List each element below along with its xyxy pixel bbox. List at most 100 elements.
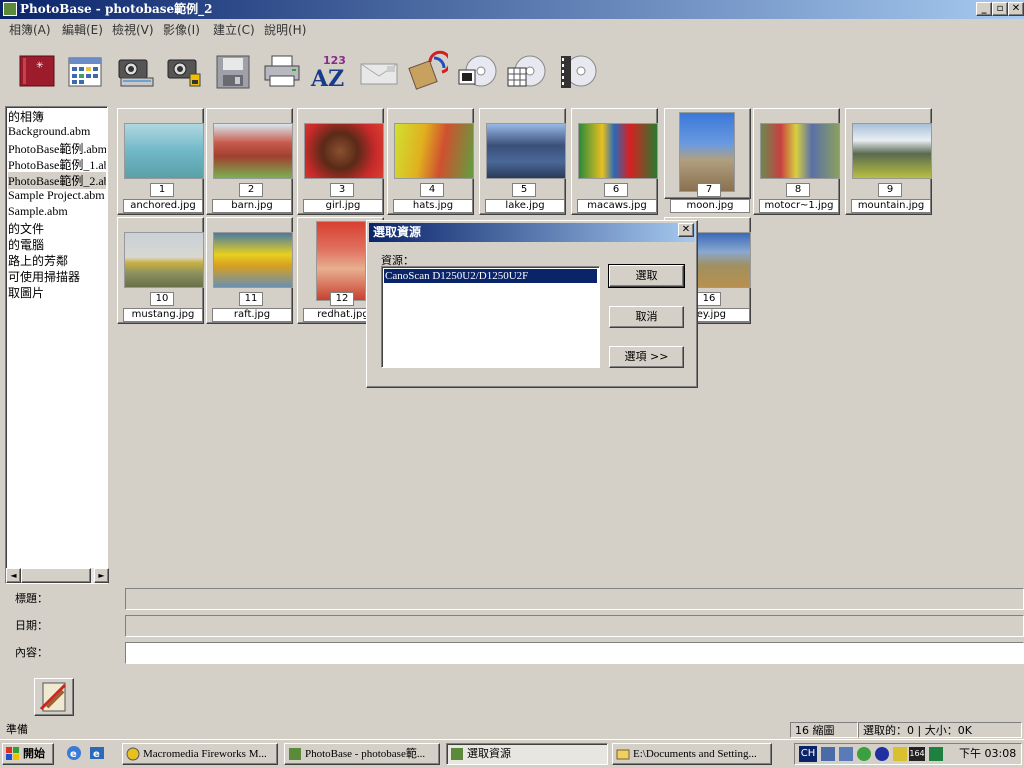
maximize-button[interactable]: ▫: [992, 2, 1008, 16]
camera-icon[interactable]: [164, 50, 204, 92]
select-source-dialog: 選取資源 ✕ 資源： CanoScan D1250U2/D1250U2F 選取 …: [366, 220, 698, 388]
status-bar: 準備 16 縮圖 選取的：0 | 大小：0K: [0, 721, 1024, 739]
tree-item[interactable]: PhotoBase範例_1.ab: [8, 156, 106, 173]
photobase-app-icon: [3, 2, 17, 16]
outlook-icon[interactable]: e: [89, 745, 105, 761]
content-label: 內容：: [15, 646, 48, 659]
task-explorer[interactable]: E:\Documents and Setting...: [612, 743, 772, 765]
svg-text:e: e: [93, 749, 100, 760]
thumbnail-number: 2: [239, 183, 263, 197]
select-button[interactable]: 選取: [608, 264, 685, 288]
ie-icon[interactable]: e: [66, 745, 82, 761]
task-select-source[interactable]: 選取資源: [446, 743, 608, 765]
menu-bar: 相簿(A) 編輯(E) 檢視(V) 影像(I) 建立(C) 說明(H): [0, 19, 1024, 39]
tree-item[interactable]: 取圖片: [8, 284, 106, 301]
dialog-title: 選取資源: [369, 223, 695, 242]
thumbnail-card[interactable]: 9 mountain.jpg: [845, 108, 932, 215]
sort-az-icon[interactable]: 123 AZ: [309, 50, 349, 92]
calendar-icon[interactable]: [66, 50, 106, 92]
edit-tool-button[interactable]: [34, 678, 74, 716]
cancel-button[interactable]: 取消: [609, 306, 684, 328]
title-field[interactable]: [125, 588, 1024, 610]
media-icon[interactable]: [875, 747, 889, 761]
input-language-indicator[interactable]: CH: [799, 746, 817, 762]
cd-slideshow-icon[interactable]: [457, 50, 497, 92]
network-icon[interactable]: [839, 747, 853, 761]
save-icon[interactable]: [213, 50, 253, 92]
thumbnail-card[interactable]: 4 hats.jpg: [387, 108, 474, 215]
scroll-right-button[interactable]: ►: [94, 568, 109, 583]
thumbnail-card[interactable]: 6 macaws.jpg: [571, 108, 658, 215]
tree-item[interactable]: Sample Project.abm: [8, 188, 106, 203]
tree-item[interactable]: 的文件: [8, 220, 106, 237]
tree-item[interactable]: 的相簿: [8, 108, 106, 125]
thumbnail-card[interactable]: 11 raft.jpg: [206, 217, 293, 324]
cd-video-icon[interactable]: [557, 50, 597, 92]
scroll-thumb[interactable]: [21, 568, 91, 583]
start-button[interactable]: 開始: [2, 743, 54, 765]
thumbnail-card[interactable]: 10 mustang.jpg: [117, 217, 204, 324]
thumbnail-number: 12: [330, 292, 354, 306]
tree-item[interactable]: 的電腦: [8, 236, 106, 253]
fireworks-icon: [126, 747, 140, 761]
thumbnail-filename: raft.jpg: [212, 308, 292, 322]
status-icon[interactable]: [857, 747, 871, 761]
tree-item-selected[interactable]: PhotoBase範例_2.ab: [8, 172, 106, 189]
source-list[interactable]: CanoScan D1250U2/D1250U2F: [381, 266, 600, 368]
monitor-icon[interactable]: [929, 747, 943, 761]
thumbnail-number: 7: [697, 183, 721, 197]
thumbnail-filename: hats.jpg: [393, 199, 473, 213]
network-icon[interactable]: [821, 747, 835, 761]
photo-mountain: [852, 123, 932, 179]
task-fireworks[interactable]: Macromedia Fireworks M...: [122, 743, 278, 765]
refresh-icon[interactable]: [408, 50, 452, 92]
source-option[interactable]: CanoScan D1250U2/D1250U2F: [384, 269, 597, 283]
task-photobase[interactable]: PhotoBase - photobase範...: [284, 743, 440, 765]
thumbnail-filename: mountain.jpg: [851, 199, 931, 213]
thumbnail-card[interactable]: 2 barn.jpg: [206, 108, 293, 215]
status-selection: 選取的：0 | 大小：0K: [858, 722, 1022, 738]
photo-barn: [213, 123, 293, 179]
status-thumbnail-count: 16 縮圖: [790, 722, 858, 738]
minimize-button[interactable]: _: [976, 2, 992, 16]
scanner-icon[interactable]: [115, 50, 155, 92]
title-bar: PhotoBase - photobase範例_2 _ ▫ ✕: [0, 0, 1024, 19]
counter-icon[interactable]: 164: [909, 747, 925, 761]
album-icon[interactable]: ✳: [18, 50, 58, 92]
menu-help[interactable]: 說明(H): [264, 21, 306, 38]
mail-icon[interactable]: [359, 50, 399, 92]
scroll-left-button[interactable]: ◄: [6, 568, 21, 583]
menu-create[interactable]: 建立(C): [213, 21, 255, 38]
tree-horizontal-scrollbar[interactable]: ◄ ►: [6, 568, 109, 583]
menu-view[interactable]: 檢視(V): [112, 21, 154, 38]
tree-item[interactable]: PhotoBase範例.abm: [8, 140, 106, 157]
print-icon[interactable]: [262, 50, 302, 92]
tree-item[interactable]: Background.abm: [8, 124, 106, 139]
tree-item[interactable]: 可使用掃描器: [8, 268, 106, 285]
menu-album[interactable]: 相簿(A): [9, 21, 51, 38]
thumbnail-card[interactable]: 7 moon.jpg: [664, 108, 751, 213]
tool-icon[interactable]: [893, 747, 907, 761]
thumbnail-card[interactable]: 5 lake.jpg: [479, 108, 566, 215]
options-button[interactable]: 選項 >>: [609, 346, 684, 368]
thumbnail-card[interactable]: 3 girl.jpg: [297, 108, 384, 215]
folder-icon: [616, 747, 630, 761]
thumbnail-number: 6: [604, 183, 628, 197]
svg-text:AZ: AZ: [310, 66, 344, 92]
thumbnail-card[interactable]: 1 anchored.jpg: [117, 108, 204, 215]
thumbnail-card[interactable]: 8 motocr~1.jpg: [753, 108, 840, 215]
menu-image[interactable]: 影像(I): [163, 21, 200, 38]
close-button[interactable]: ✕: [1008, 2, 1024, 16]
menu-edit[interactable]: 編輯(E): [62, 21, 103, 38]
album-tree[interactable]: 的相簿 Background.abm PhotoBase範例.abm Photo…: [5, 106, 109, 584]
status-ready: 準備: [6, 723, 28, 736]
tree-item[interactable]: Sample.abm: [8, 204, 106, 219]
toolbar: ✳ 123 AZ: [0, 42, 1024, 102]
tree-item[interactable]: 路上的芳鄰: [8, 252, 106, 269]
dialog-close-icon[interactable]: ✕: [678, 223, 694, 237]
date-field[interactable]: [125, 615, 1024, 637]
thumbnail-number: 11: [239, 292, 263, 306]
thumbnail-filename: anchored.jpg: [123, 199, 203, 213]
content-field[interactable]: [125, 642, 1024, 664]
cd-calendar-icon[interactable]: [506, 50, 546, 92]
